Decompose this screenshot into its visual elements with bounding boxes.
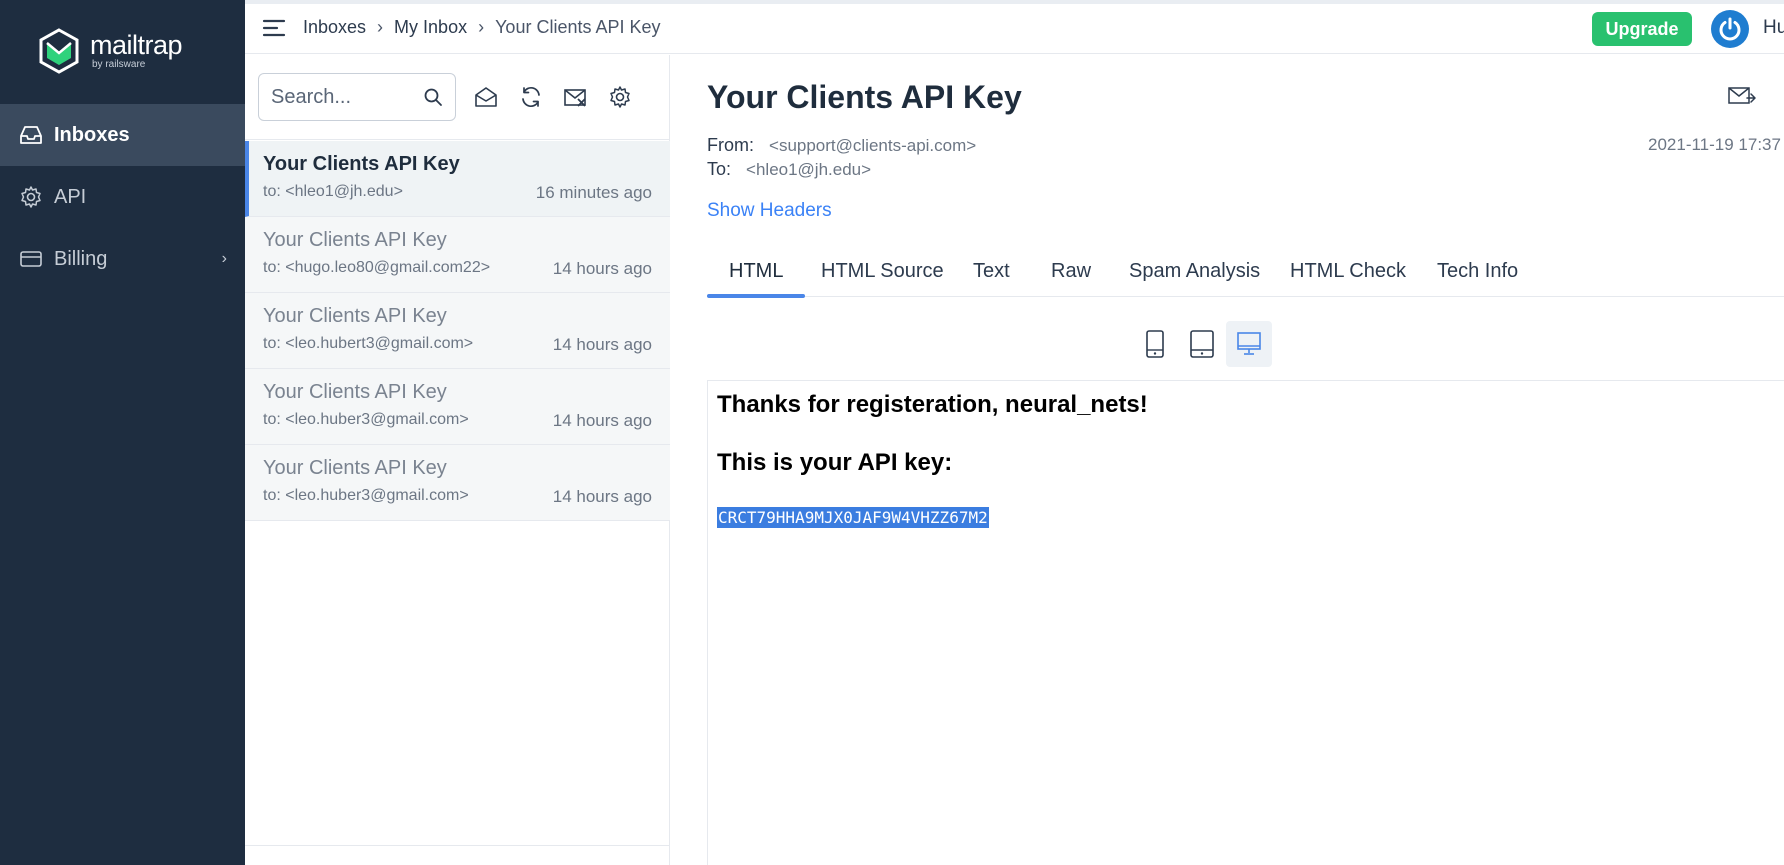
avatar[interactable] <box>1711 10 1749 48</box>
search-box <box>258 73 456 121</box>
to-label: To: <box>707 159 732 179</box>
message-time: 14 hours ago <box>552 259 652 278</box>
api-key-text[interactable]: CRCT79HHA9MJX0JAF9W4VHZZ67M2 <box>717 507 989 528</box>
top-bar: Inboxes › My Inbox › Your Clients API Ke… <box>245 4 1784 54</box>
message-list-item[interactable]: Your Clients API Key to: <hleo1@jh.edu> … <box>245 141 670 217</box>
tab-html[interactable]: HTML <box>707 246 806 298</box>
refresh-icon[interactable] <box>517 83 545 111</box>
message-detail: Your Clients API Key From: <support@clie… <box>670 55 1784 865</box>
message-time: 14 hours ago <box>552 411 652 430</box>
clear-inbox-icon[interactable] <box>562 83 590 111</box>
message-recipient: to: <hleo1@jh.edu> <box>263 183 403 200</box>
upgrade-button[interactable]: Upgrade <box>1592 12 1692 46</box>
message-recipient: to: <hugo.leo80@gmail.com22> <box>263 259 491 276</box>
message-list-item[interactable]: Your Clients API Key to: <hugo.leo80@gma… <box>245 217 670 293</box>
to-row: To: <hleo1@jh.edu> <box>707 159 871 180</box>
card-icon <box>18 246 44 272</box>
message-subject: Your Clients API Key <box>263 305 447 327</box>
chevron-right-icon: › <box>221 250 227 267</box>
breadcrumb-separator: › <box>377 17 384 37</box>
tab-html-check[interactable]: HTML Check <box>1290 246 1406 297</box>
mailtrap-logo[interactable]: mailtrap by railsware <box>38 26 198 76</box>
tab-spam-analysis[interactable]: Spam Analysis <box>1129 246 1260 297</box>
message-list-toolbar <box>245 55 670 140</box>
message-time: 14 hours ago <box>552 487 652 506</box>
breadcrumb-separator: › <box>478 17 485 37</box>
sidebar-item-label: Inboxes <box>54 123 130 146</box>
sidebar: mailtrap by railsware Inboxes API Billin… <box>0 0 245 865</box>
preview-subheading: This is your API key: <box>717 449 953 476</box>
mark-read-icon[interactable] <box>472 83 500 111</box>
from-label: From: <box>707 135 754 155</box>
settings-icon[interactable] <box>606 83 634 111</box>
message-subject: Your Clients API Key <box>263 229 447 251</box>
show-headers-link[interactable]: Show Headers <box>707 200 832 222</box>
sidebar-item-billing[interactable]: Billing › <box>0 228 245 290</box>
tab-raw[interactable]: Raw <box>1051 246 1091 297</box>
html-preview: Thanks for registeration, neural_nets! T… <box>707 380 1784 865</box>
power-icon <box>1719 17 1741 41</box>
sidebar-item-api[interactable]: API <box>0 166 245 228</box>
from-value: <support@clients-api.com> <box>769 136 977 155</box>
mailtrap-app: mailtrap by railsware Inboxes API Billin… <box>0 0 1784 865</box>
message-list-item[interactable]: Your Clients API Key to: <leo.hubert3@gm… <box>245 293 670 369</box>
forward-email-icon[interactable] <box>1727 84 1757 108</box>
preview-heading: Thanks for registeration, neural_nets! <box>717 391 1148 418</box>
message-subject: Your Clients API Key <box>263 457 447 479</box>
message-recipient: to: <leo.huber3@gmail.com> <box>263 411 469 428</box>
message-date: 2021-11-19 17:37 <box>1648 135 1781 154</box>
breadcrumb-my-inbox[interactable]: My Inbox <box>394 17 467 38</box>
message-subject: Your Clients API Key <box>263 381 447 403</box>
message-tabs: HTML HTML Source Text Raw Spam Analysis … <box>707 246 1784 298</box>
from-row: From: <support@clients-api.com> <box>707 135 976 156</box>
search-input[interactable] <box>271 85 421 109</box>
tab-text[interactable]: Text <box>973 246 1010 297</box>
tab-tech-info[interactable]: Tech Info <box>1437 246 1518 297</box>
breadcrumb-inboxes[interactable]: Inboxes <box>303 17 366 38</box>
sidebar-item-label: Billing <box>54 247 108 270</box>
logo-name: mailtrap <box>90 30 183 60</box>
mailtrap-logo-icon <box>39 28 79 74</box>
message-list-panel: Your Clients API Key to: <hleo1@jh.edu> … <box>245 55 670 865</box>
search-icon[interactable] <box>423 87 443 107</box>
user-name[interactable]: Hu <box>1763 17 1784 39</box>
message-time: 16 minutes ago <box>535 183 652 202</box>
list-divider <box>245 845 670 846</box>
to-value: <hleo1@jh.edu> <box>746 160 872 179</box>
mobile-icon[interactable] <box>1132 321 1178 367</box>
menu-toggle-icon[interactable] <box>262 18 286 38</box>
message-list-item[interactable]: Your Clients API Key to: <leo.huber3@gma… <box>245 445 670 521</box>
message-subject: Your Clients API Key <box>263 153 460 175</box>
message-time: 14 hours ago <box>552 335 652 354</box>
sidebar-item-label: API <box>54 185 87 208</box>
gear-icon <box>18 184 44 210</box>
breadcrumb: Inboxes › My Inbox › Your Clients API Ke… <box>303 17 661 38</box>
tab-html-source[interactable]: HTML Source <box>821 246 944 297</box>
message-title: Your Clients API Key <box>707 79 1022 115</box>
message-recipient: to: <leo.huber3@gmail.com> <box>263 487 469 504</box>
sidebar-item-inboxes[interactable]: Inboxes <box>0 104 245 166</box>
logo-subtitle: by railsware <box>92 59 146 70</box>
breadcrumb-current: Your Clients API Key <box>495 17 661 37</box>
message-list-item[interactable]: Your Clients API Key to: <leo.huber3@gma… <box>245 369 670 445</box>
tablet-icon[interactable] <box>1179 321 1225 367</box>
message-recipient: to: <leo.hubert3@gmail.com> <box>263 335 474 352</box>
desktop-icon[interactable] <box>1226 321 1272 367</box>
inbox-icon <box>18 122 44 148</box>
